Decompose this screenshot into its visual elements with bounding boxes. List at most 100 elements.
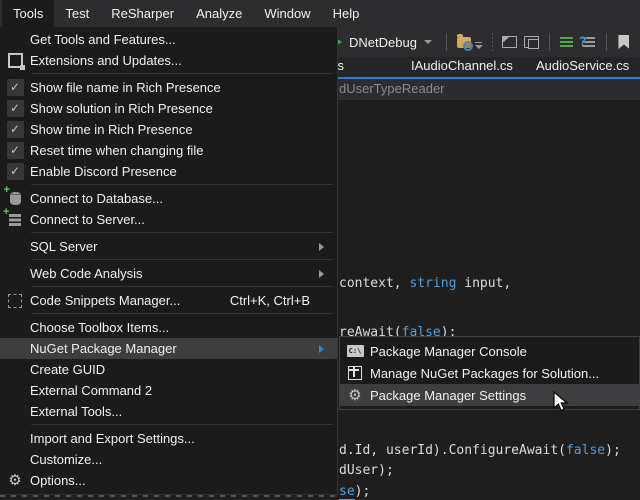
menu-item-label: Web Code Analysis: [30, 266, 143, 281]
checkmark-icon: ✓: [7, 142, 24, 159]
menu-item-label: Connect to Server...: [30, 212, 145, 227]
tab-iaudiochannel-cs[interactable]: IAudioChannel.cs: [411, 57, 513, 77]
tools-menu-item-get-tools-and-features[interactable]: Get Tools and Features...: [0, 29, 337, 50]
tools-menu-item-extensions-and-updates[interactable]: Extensions and Updates...: [0, 50, 337, 71]
checkmark-icon: ✓: [7, 163, 24, 180]
checkmark-icon: ✓: [7, 79, 24, 96]
console-icon: C:\: [347, 345, 364, 357]
tools-menu-item-code-snippets-manager[interactable]: Code Snippets Manager...Ctrl+K, Ctrl+B: [0, 290, 337, 311]
menu-icon-cell: ✓: [0, 163, 30, 180]
find-in-files-icon[interactable]: [455, 33, 473, 51]
menu-item-label: Choose Toolbox Items...: [30, 320, 169, 335]
toolbar-separator: [446, 33, 447, 51]
menubar-item-resharper[interactable]: ReSharper: [100, 0, 185, 27]
menu-item-label: Package Manager Console: [370, 344, 527, 359]
solution-configuration-selector[interactable]: DNetDebug: [349, 35, 432, 50]
nuget-submenu-item-package-manager-console[interactable]: C:\ Package Manager Console: [340, 340, 639, 362]
menu-icon-cell: [0, 53, 30, 68]
tools-menu-separator: [31, 232, 333, 233]
tools-menu-item-create-guid[interactable]: Create GUID: [0, 359, 337, 380]
toolbar-separator: [606, 33, 607, 51]
snippets-icon: [8, 294, 22, 308]
menu-icon-cell: ✓: [0, 100, 30, 117]
tools-menu-item-show-time-in-rich-presence[interactable]: ✓ Show time in Rich Presence: [0, 119, 337, 140]
toolbar-drag-handle[interactable]: [492, 33, 493, 51]
extensions-icon: [8, 53, 23, 68]
code-token: );: [605, 443, 621, 458]
indent-lines-icon[interactable]: [558, 33, 576, 51]
tools-menu-item-show-solution-in-rich-presence[interactable]: ✓Show solution in Rich Presence: [0, 98, 337, 119]
tools-menu-item-show-file-name-in-rich-presence[interactable]: ✓ Show file name in Rich Presence: [0, 77, 337, 98]
code-line-1: context, string input,: [339, 276, 511, 292]
toolbar-overflow-chevron[interactable]: [475, 42, 483, 49]
menubar-item-analyze[interactable]: Analyze: [185, 0, 253, 27]
code-token: input,: [456, 276, 511, 291]
plus-icon: +: [3, 207, 9, 218]
code-line-4: dUser);: [339, 463, 394, 479]
menu-icon-cell: ⚙: [340, 388, 370, 403]
breadcrumb-type-label: dUserTypeReader: [339, 81, 445, 96]
tools-menu-item-connect-to-server[interactable]: +Connect to Server...: [0, 209, 337, 230]
navigate-backward-icon[interactable]: [501, 33, 519, 51]
menubar: ToolsTestReSharperAnalyzeWindowHelp: [0, 0, 640, 27]
menu-shortcut: Ctrl+K, Ctrl+B: [230, 293, 328, 308]
gear-icon: ⚙: [348, 388, 361, 403]
tools-menu-separator: [31, 259, 333, 260]
menu-item-label: Connect to Database...: [30, 191, 163, 206]
toolbar-separator: [549, 33, 550, 51]
code-token: string: [409, 276, 456, 291]
code-line-5: se);: [339, 484, 370, 500]
code-token: d.Id, userId).ConfigureAwait(: [339, 443, 566, 458]
tab-audioservice-cs[interactable]: AudioService.cs: [536, 57, 629, 77]
menu-item-label: Reset time when changing file: [30, 143, 203, 158]
tools-menu-item-nuget-package-manager[interactable]: NuGet Package Manager: [0, 338, 337, 359]
menu-icon-cell: ✓: [0, 79, 30, 96]
menu-item-label: External Tools...: [30, 404, 122, 419]
tools-menu-item-connect-to-database[interactable]: +Connect to Database...: [0, 188, 337, 209]
tools-menu-item-enable-discord-presence[interactable]: ✓ Enable Discord Presence: [0, 161, 337, 182]
tools-menu-separator: [31, 73, 333, 74]
menu-icon-cell: +: [0, 214, 30, 226]
menu-item-label: Create GUID: [30, 362, 105, 377]
indent-help-icon[interactable]: ?: [580, 33, 598, 51]
submenu-arrow-icon: [319, 243, 328, 251]
menubar-item-help[interactable]: Help: [322, 0, 371, 27]
menu-item-label: Import and Export Settings...: [30, 431, 195, 446]
tools-menu-item-choose-toolbox-items[interactable]: Choose Toolbox Items...: [0, 317, 337, 338]
nuget-submenu-item-package-manager-settings[interactable]: ⚙Package Manager Settings: [340, 384, 639, 406]
tools-menu-item-reset-time-when-changing-file[interactable]: ✓ Reset time when changing file: [0, 140, 337, 161]
menu-item-label: Enable Discord Presence: [30, 164, 177, 179]
menu-item-label: Show file name in Rich Presence: [30, 80, 221, 95]
code-line-3: d.Id, userId).ConfigureAwait(false);: [339, 443, 621, 459]
menu-icon-cell: ✓: [0, 142, 30, 159]
menubar-item-window[interactable]: Window: [253, 0, 321, 27]
package-icon: [348, 366, 362, 380]
menu-item-label: Get Tools and Features...: [30, 32, 176, 47]
menubar-item-test[interactable]: Test: [54, 0, 100, 27]
menu-item-label: Options...: [30, 473, 86, 488]
nuget-submenu-item-manage-nuget-packages-for-solution[interactable]: Manage NuGet Packages for Solution...: [340, 362, 639, 384]
tools-menu-separator: [31, 286, 333, 287]
tools-menu-item-import-and-export-settings[interactable]: Import and Export Settings...: [0, 428, 337, 449]
tools-menu-item-external-command-2[interactable]: External Command 2: [0, 380, 337, 401]
configuration-label: DNetDebug: [349, 35, 417, 50]
copy-lines-icon[interactable]: [523, 33, 541, 51]
menu-item-label: External Command 2: [30, 383, 152, 398]
tools-menu-item-sql-server[interactable]: SQL Server: [0, 236, 337, 257]
tools-menu-item-external-tools[interactable]: External Tools...: [0, 401, 337, 422]
menu-icon-cell: +: [0, 192, 30, 205]
tools-menu-item-web-code-analysis[interactable]: Web Code Analysis: [0, 263, 337, 284]
checkmark-icon: ✓: [7, 121, 24, 138]
menu-icon-cell: C:\: [340, 345, 370, 357]
tools-menu-item-options[interactable]: ⚙ Options...: [0, 470, 337, 491]
gear-icon: ⚙: [8, 473, 21, 488]
menu-icon-cell: [0, 294, 30, 308]
menubar-item-tools[interactable]: Tools: [2, 0, 54, 27]
bookmark-icon[interactable]: [615, 33, 633, 51]
tools-menu-item-customize[interactable]: Customize...: [0, 449, 337, 470]
menu-icon-cell: ⚙: [0, 473, 30, 488]
code-token: false: [566, 443, 605, 458]
submenu-arrow-icon: [319, 345, 328, 353]
menu-item-label: Show time in Rich Presence: [30, 122, 193, 137]
submenu-arrow-icon: [319, 270, 328, 278]
